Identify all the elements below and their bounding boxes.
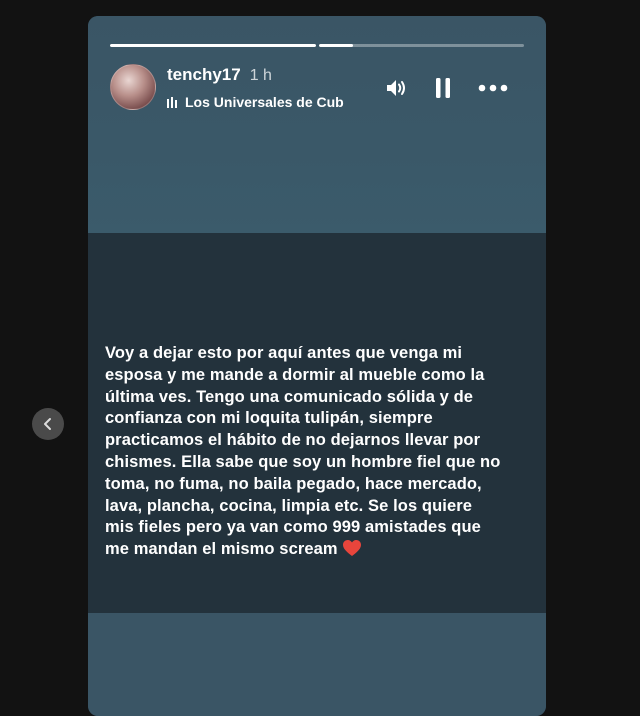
- caption-line: Voy a dejar esto por aquí antes que veng…: [105, 344, 463, 362]
- previous-story-button[interactable]: [32, 408, 64, 440]
- caption-line: lava, plancha, cocina, limpia etc. Se lo…: [105, 496, 473, 515]
- progress-segment: [318, 44, 524, 47]
- story-background-top: [88, 16, 546, 233]
- post-time: 1 h: [249, 67, 272, 84]
- progress-segment: [110, 44, 316, 47]
- story-progress-bar: [110, 44, 524, 47]
- caption-line: mis fieles pero ya van como 999 amistade…: [105, 518, 481, 537]
- story-viewer: tenchy17 1 h Los Universales de Cub Voy …: [0, 0, 640, 716]
- caption-line: practicamos el hábito de no dejarnos lle…: [105, 431, 481, 450]
- story-caption: Voy a dejar esto por aquí antes que veng…: [105, 343, 535, 561]
- progress-fill: [318, 44, 354, 47]
- more-options-button[interactable]: [478, 74, 508, 102]
- chevron-left-icon: [44, 418, 51, 430]
- more-options-icon: [478, 84, 508, 92]
- caption-line: confianza con mi loquita tulipán, siempr…: [105, 409, 433, 428]
- caption-line-last: me mandan el mismo scream: [105, 539, 535, 561]
- caption-line: chismes. Ella sabe que soy un hombre fie…: [105, 452, 501, 471]
- story-card[interactable]: tenchy17 1 h Los Universales de Cub Voy …: [88, 16, 546, 716]
- audio-attribution[interactable]: Los Universales de Cub: [167, 92, 367, 112]
- avatar[interactable]: [110, 64, 156, 110]
- progress-fill: [110, 44, 316, 47]
- audio-label: Los Universales de Cub: [185, 94, 344, 110]
- caption-line: esposa y me mande a dormir al mueble com…: [105, 365, 485, 384]
- red-heart-icon: [342, 540, 361, 557]
- username-link[interactable]: tenchy17: [167, 65, 241, 85]
- volume-icon: [387, 80, 405, 96]
- volume-button[interactable]: [382, 74, 412, 102]
- pause-icon: [436, 78, 450, 98]
- caption-line-text: me mandan el mismo scream: [105, 540, 338, 559]
- pause-button[interactable]: [428, 74, 458, 102]
- story-header: tenchy17 1 h: [167, 65, 272, 85]
- caption-line: última ves. Tengo una comunicado sólida …: [105, 387, 474, 406]
- story-background-bottom: [88, 613, 546, 716]
- caption-line: toma, no fuma, no baila pegado, hace mer…: [105, 474, 482, 493]
- audio-bars-icon: [167, 96, 177, 108]
